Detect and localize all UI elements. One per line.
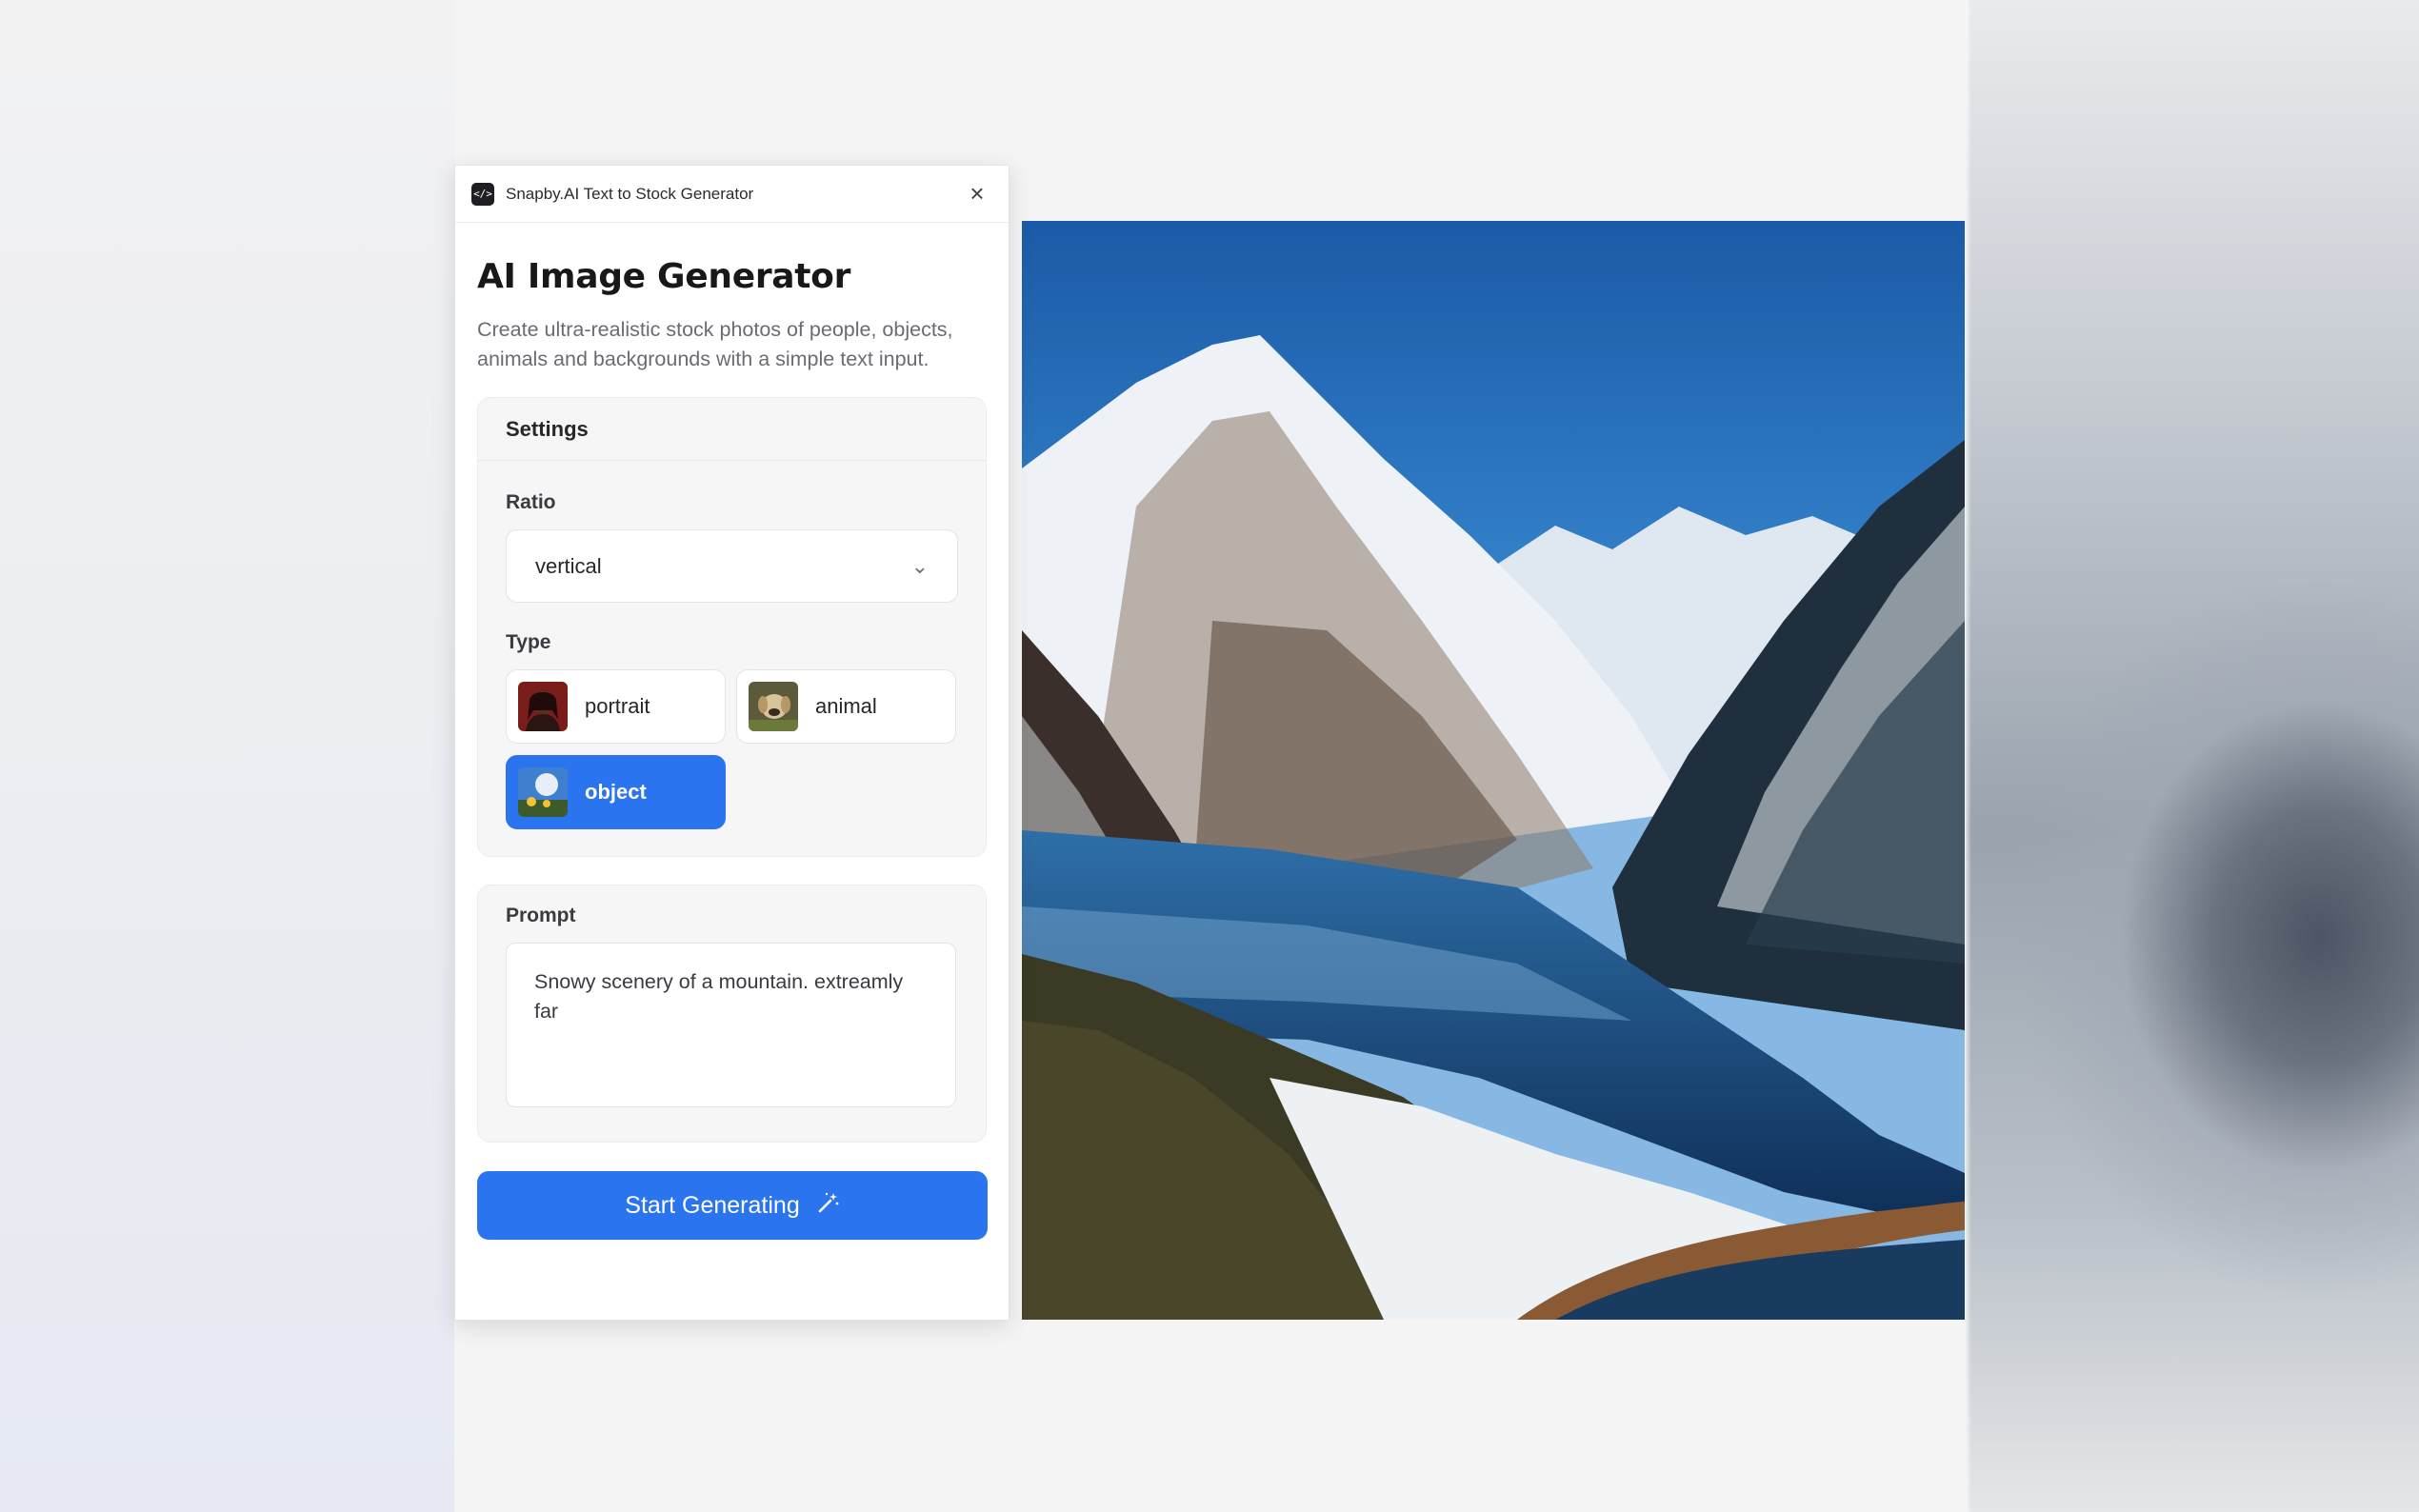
panel-content: AI Image Generator Create ultra-realisti… (455, 257, 1009, 1240)
close-icon: × (970, 179, 985, 208)
mountain-landscape-image (1022, 221, 1965, 1320)
settings-body: Ratio vertical ⌄ Type portrait animal ob… (478, 491, 986, 856)
type-option-portrait[interactable]: portrait (506, 669, 726, 744)
settings-heading: Settings (478, 398, 986, 461)
generated-image-preview (1022, 221, 1965, 1320)
page-description: Create ultra-realistic stock photos of p… (477, 318, 953, 370)
type-option-object[interactable]: object (506, 755, 726, 829)
type-label: Type (506, 631, 551, 653)
background-left (0, 0, 454, 1512)
ratio-selected-value: vertical (535, 553, 602, 578)
code-icon: </> (471, 182, 494, 206)
ratio-select[interactable]: vertical ⌄ (506, 529, 958, 603)
prompt-label: Prompt (506, 905, 576, 926)
settings-card: Settings Ratio vertical ⌄ Type portrait … (477, 397, 987, 857)
object-thumbnail (518, 767, 568, 817)
magic-wand-icon (817, 1191, 840, 1221)
animal-thumbnail (749, 682, 798, 731)
prompt-card: Prompt Snowy scenery of a mountain. extr… (477, 885, 987, 1143)
type-option-label: animal (815, 694, 877, 718)
portrait-thumbnail (518, 682, 568, 731)
ratio-label: Ratio (506, 491, 556, 513)
chevron-down-icon: ⌄ (910, 553, 929, 578)
prompt-textarea[interactable]: Snowy scenery of a mountain. extreamly f… (506, 943, 956, 1107)
start-generating-label: Start Generating (625, 1191, 800, 1219)
window-title: Snapby.AI Text to Stock Generator (506, 184, 754, 203)
type-options: portrait animal object (506, 669, 958, 829)
type-option-label: object (585, 780, 647, 804)
background-right (1966, 0, 2419, 1512)
title-bar: </> Snapby.AI Text to Stock Generator × (455, 166, 1009, 223)
close-button[interactable]: × (963, 179, 991, 209)
type-option-animal[interactable]: animal (736, 669, 956, 744)
generator-panel: </> Snapby.AI Text to Stock Generator × … (454, 165, 1010, 1321)
background-right-edge (1966, 0, 1971, 1512)
page-title: AI Image Generator (477, 257, 851, 296)
start-generating-button[interactable]: Start Generating (477, 1171, 988, 1240)
type-option-label: portrait (585, 694, 650, 718)
